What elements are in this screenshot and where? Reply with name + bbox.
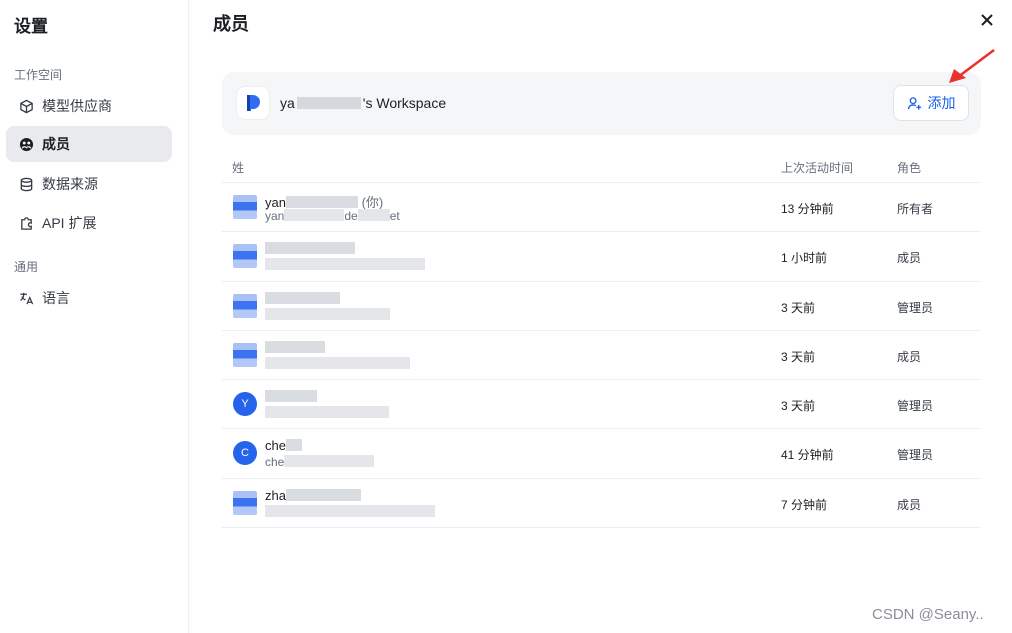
redacted-text xyxy=(265,307,390,320)
table-row: yan (你) yan de et 13 分钟前 所有者 xyxy=(222,183,981,233)
member-name xyxy=(265,340,325,355)
sidebar-section-general: 通用 xyxy=(14,260,39,274)
sidebar-item-label: API 扩展 xyxy=(42,215,97,231)
member-email xyxy=(265,504,435,519)
settings-sidebar: 设置 工作空间 模型供应商 成员 数据来源 API 扩展 通用 语言 xyxy=(0,0,189,633)
sidebar-item-label: 模型供应商 xyxy=(42,98,112,114)
workspace-logo-icon xyxy=(237,87,269,119)
member-role: 所有者 xyxy=(897,202,934,216)
sidebar-item-api-extension[interactable]: API 扩展 xyxy=(6,205,172,241)
member-email: che xyxy=(265,455,375,469)
database-icon xyxy=(18,176,34,192)
table-row: 3 天前 管理员 xyxy=(222,282,981,331)
member-name xyxy=(265,291,340,306)
last-active-time: 41 分钟前 xyxy=(781,448,834,463)
redacted-text xyxy=(284,455,375,468)
member-email xyxy=(265,307,390,322)
workspace-name: ya's Workspace xyxy=(280,95,447,111)
sidebar-item-model-provider[interactable]: 模型供应商 xyxy=(6,88,172,124)
member-email xyxy=(265,356,410,371)
member-email: yan de et xyxy=(265,209,400,223)
member-name: zha xyxy=(265,488,361,503)
avatar xyxy=(233,342,257,367)
member-name: che xyxy=(265,438,302,453)
watermark-text: CSDN @Seany.. xyxy=(872,606,984,623)
member-role: 管理员 xyxy=(897,399,934,414)
member-email xyxy=(265,258,425,272)
members-table: 姓 上次活动时间 角色 yan (你) yan de et 13 分钟前 所有者 1… xyxy=(222,150,981,529)
last-active-time: 1 小时前 xyxy=(781,251,828,266)
translate-icon xyxy=(18,290,34,306)
avatar: Y xyxy=(233,392,257,417)
redacted-text xyxy=(284,209,345,221)
avatar xyxy=(233,293,257,318)
member-role: 管理员 xyxy=(897,300,934,315)
sidebar-item-label: 成员 xyxy=(42,136,70,152)
redacted-text xyxy=(285,488,361,501)
redacted-text xyxy=(357,209,390,221)
redacted-text xyxy=(265,242,355,255)
last-active-time: 3 天前 xyxy=(781,349,816,364)
table-row: 1 小时前 成员 xyxy=(222,232,981,282)
redacted-text xyxy=(265,258,425,271)
column-header-name: 姓 xyxy=(232,161,245,175)
add-button-label: 添加 xyxy=(927,95,956,111)
redacted-text xyxy=(265,406,389,419)
annotation-arrow-icon xyxy=(949,48,995,83)
sidebar-item-language[interactable]: 语言 xyxy=(6,280,172,316)
add-member-button[interactable]: 添加 xyxy=(893,85,969,121)
member-role: 管理员 xyxy=(897,448,934,463)
sidebar-item-label: 数据来源 xyxy=(42,176,98,192)
sidebar-title: 设置 xyxy=(14,17,48,36)
member-role: 成员 xyxy=(897,251,922,266)
member-role: 成员 xyxy=(897,349,922,364)
member-name xyxy=(265,241,355,256)
member-name xyxy=(265,389,317,404)
user-plus-icon xyxy=(907,96,921,110)
redacted-text xyxy=(265,291,340,304)
sidebar-item-members[interactable]: 成员 xyxy=(6,126,172,162)
last-active-time: 3 天前 xyxy=(781,300,816,315)
redacted-text xyxy=(296,97,361,109)
table-header: 姓 上次活动时间 角色 xyxy=(222,150,981,183)
sidebar-section-workspace: 工作空间 xyxy=(14,68,63,82)
members-icon xyxy=(18,136,34,152)
cube-icon xyxy=(18,98,34,114)
redacted-text xyxy=(265,504,435,517)
last-active-time: 7 分钟前 xyxy=(781,497,828,512)
last-active-time: 3 天前 xyxy=(781,399,816,414)
close-icon xyxy=(981,14,993,26)
redacted-text xyxy=(265,390,317,403)
sidebar-item-data-source[interactable]: 数据来源 xyxy=(6,166,172,202)
redacted-text xyxy=(285,196,358,208)
redacted-text xyxy=(265,356,410,369)
column-header-role: 角色 xyxy=(897,161,922,175)
member-email xyxy=(265,406,389,420)
last-active-time: 13 分钟前 xyxy=(781,202,834,216)
sidebar-item-label: 语言 xyxy=(42,290,70,306)
puzzle-icon xyxy=(18,215,34,231)
table-row: zha 7 分钟前 成员 xyxy=(222,479,981,529)
column-header-last-active: 上次活动时间 xyxy=(781,161,854,175)
redacted-text xyxy=(265,340,325,353)
table-row: 3 天前 成员 xyxy=(222,331,981,381)
page-title: 成员 xyxy=(213,14,249,34)
workspace-card: ya's Workspace 添加 xyxy=(222,72,981,135)
avatar xyxy=(233,195,257,219)
table-row: Y 3 天前 管理员 xyxy=(222,380,981,430)
close-button[interactable] xyxy=(977,10,997,30)
redacted-text xyxy=(285,439,302,452)
avatar xyxy=(233,244,257,269)
member-role: 成员 xyxy=(897,497,922,512)
avatar: C xyxy=(233,441,257,466)
table-row: C che che 41 分钟前 管理员 xyxy=(222,429,981,479)
avatar xyxy=(233,490,257,515)
